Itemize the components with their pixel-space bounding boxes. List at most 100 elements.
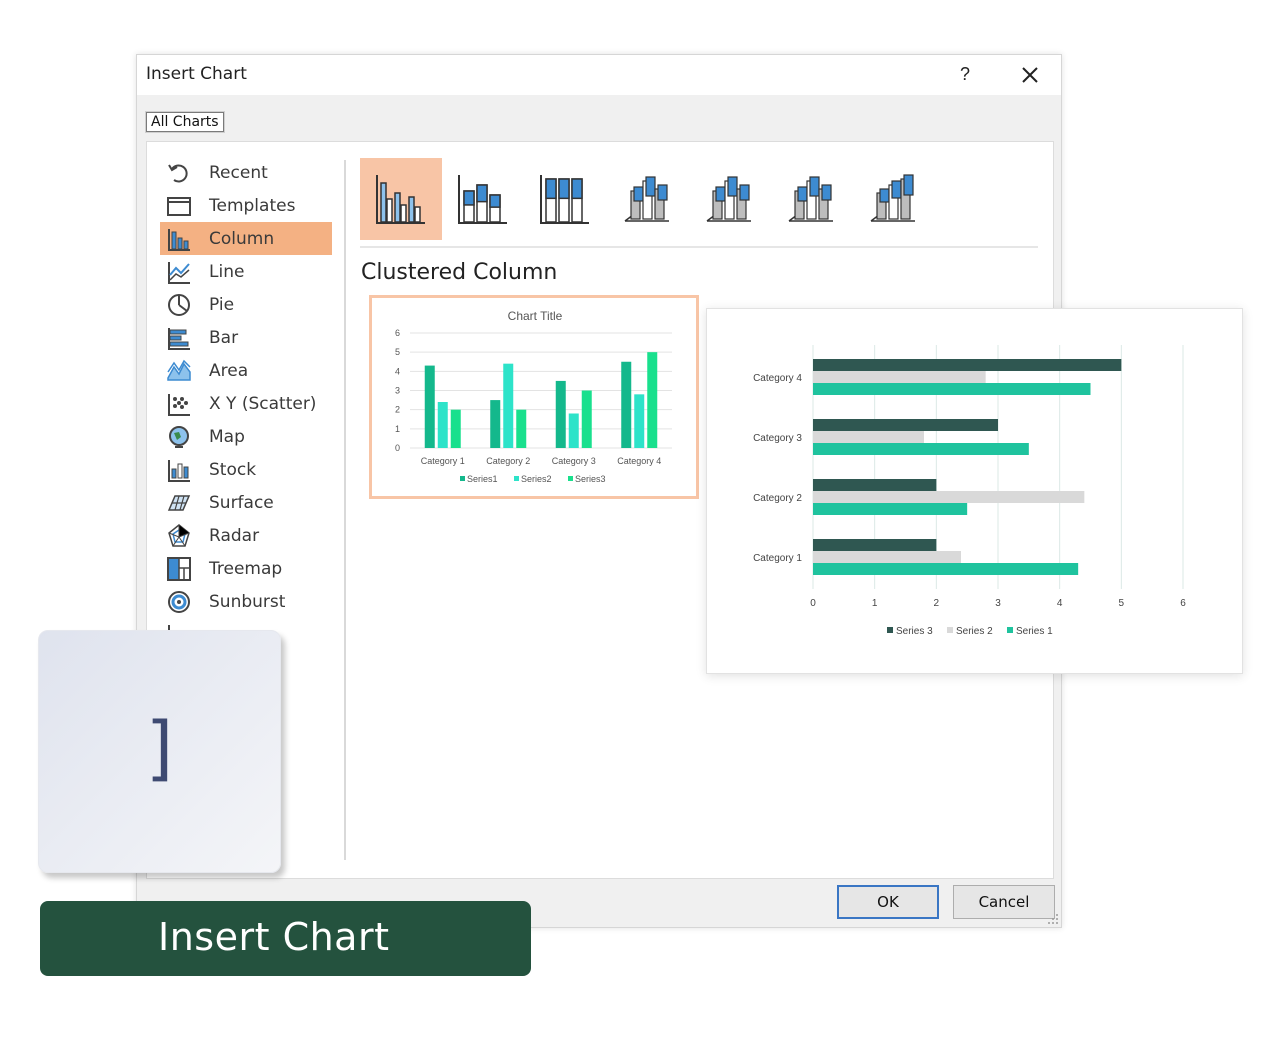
3d-column-icon	[870, 174, 915, 222]
treemap-chart-icon	[166, 556, 192, 582]
sidebar-item-area-chart[interactable]: Area	[160, 354, 332, 387]
preview-legend-label: Series3	[575, 474, 606, 484]
horizontal-divider	[360, 246, 1038, 248]
subtype-clustered-column[interactable]	[360, 158, 442, 240]
sunburst-chart-icon-graphic	[168, 590, 190, 613]
preview-chart-title: Chart Title	[508, 309, 563, 323]
column-chart-icon-graphic	[168, 228, 190, 251]
preview-legend-label: Series2	[521, 474, 552, 484]
horizontal-bar-chart: 0 1 2 3 4 5 6 Category 1 Category 2 Category 3 Cat…	[753, 345, 1186, 637]
bar-chart-icon	[166, 325, 192, 351]
preview-bar	[424, 365, 435, 448]
sidebar-item-label: Recent	[209, 162, 268, 183]
bar-chart-x-tick: 1	[872, 598, 878, 609]
bar-chart-bar	[813, 539, 937, 551]
bar-chart-legend-label: Series 3	[896, 626, 933, 637]
chart-type-list: Recent Templates Column Line Pie Bar Area X Y (…	[160, 156, 332, 684]
tab-strip: All Charts	[146, 112, 224, 132]
preview-category-label: Category 2	[486, 456, 530, 466]
bar-chart-x-tick: 0	[810, 598, 816, 609]
preview-category-label: Category 1	[421, 456, 465, 466]
map-chart-icon	[166, 424, 192, 450]
bar-chart-x-tick: 3	[995, 598, 1001, 609]
stock-chart-icon	[166, 457, 192, 483]
preview-bar	[437, 402, 448, 448]
bar-chart-x-tick: 2	[934, 598, 940, 609]
cancel-button[interactable]: Cancel	[953, 885, 1055, 919]
bar-chart-bar	[813, 563, 1079, 575]
line-chart-icon-graphic	[168, 261, 190, 284]
preview-y-tick: 3	[395, 386, 400, 396]
sidebar-item-label: Surface	[209, 492, 274, 513]
bar-chart-bar	[813, 551, 961, 563]
preview-legend-label: Series1	[467, 474, 498, 484]
sidebar-item-surface-chart[interactable]: Surface	[160, 486, 332, 519]
subtype-title: Clustered Column	[361, 260, 558, 285]
resize-grip-icon[interactable]	[1047, 913, 1059, 925]
preview-legend-swatch	[568, 476, 573, 481]
preview-bar	[450, 409, 461, 448]
dialog-title: Insert Chart	[146, 64, 247, 84]
line-chart-icon	[166, 259, 192, 285]
pie-chart-icon	[166, 292, 192, 318]
help-button[interactable]: ?	[955, 61, 975, 87]
sidebar-item-column-chart[interactable]: Column	[160, 222, 332, 255]
bar-chart-category-label: Category 4	[753, 373, 802, 384]
subtype-3d-100-stacked-column[interactable]	[770, 158, 852, 240]
preview-bar	[503, 363, 514, 448]
preview-y-tick: 6	[395, 328, 400, 338]
subtype-3d-column[interactable]	[852, 158, 934, 240]
sidebar-item-label: Treemap	[209, 558, 283, 579]
ok-button[interactable]: OK	[837, 885, 939, 919]
bar-chart-bar	[813, 479, 937, 491]
subtype-100-stacked-column[interactable]	[524, 158, 606, 240]
stacked-column-icon	[458, 175, 507, 224]
chart-preview[interactable]: Chart Title 0 1 2 3 4 5 6 Category 1 Category 2 Ca…	[369, 295, 699, 499]
close-icon	[1022, 67, 1038, 83]
sidebar-item-label: Templates	[209, 195, 296, 216]
bar-chart-category-label: Category 3	[753, 433, 802, 444]
sidebar-item-bar-chart[interactable]: Bar	[160, 321, 332, 354]
sunburst-chart-icon	[166, 589, 192, 615]
sidebar-item-stock-chart[interactable]: Stock	[160, 453, 332, 486]
recent-icon	[166, 160, 192, 186]
subtype-3d-clustered-column[interactable]	[606, 158, 688, 240]
close-button[interactable]	[1017, 59, 1043, 89]
preview-bar	[621, 361, 632, 448]
preview-y-tick: 2	[395, 405, 400, 415]
caption-bar: Insert Chart	[40, 901, 531, 976]
preview-bar	[634, 394, 645, 448]
subtype-3d-stacked-column[interactable]	[688, 158, 770, 240]
preview-legend-swatch	[514, 476, 519, 481]
column-chart-icon	[166, 226, 192, 252]
sidebar-item-sunburst-chart[interactable]: Sunburst	[160, 585, 332, 618]
100-stacked-column-icon	[540, 175, 589, 224]
tab-all-charts[interactable]: All Charts	[146, 112, 224, 132]
sidebar-item-label: Bar	[209, 327, 239, 348]
sidebar-item-pie-chart[interactable]: Pie	[160, 288, 332, 321]
preview-bar	[555, 380, 566, 448]
bar-chart-legend-swatch	[887, 627, 893, 633]
preview-y-tick: 5	[395, 347, 400, 357]
vertical-divider	[344, 160, 346, 860]
bar-chart-card: 0 1 2 3 4 5 6 Category 1 Category 2 Category 3 Cat…	[706, 308, 1243, 674]
sidebar-item-map-chart[interactable]: Map	[160, 420, 332, 453]
sidebar-item-label: Stock	[209, 459, 257, 480]
sidebar-item-templates[interactable]: Templates	[160, 189, 332, 222]
3d-clustered-column-icon	[624, 176, 669, 222]
sidebar-item-recent[interactable]: Recent	[160, 156, 332, 189]
sidebar-item-radar-chart[interactable]: Radar	[160, 519, 332, 552]
sidebar-item-treemap-chart[interactable]: Treemap	[160, 552, 332, 585]
subtype-stacked-column[interactable]	[442, 158, 524, 240]
preview-y-tick: 4	[395, 366, 400, 376]
area-chart-icon	[166, 358, 192, 384]
pie-chart-icon-graphic	[168, 293, 190, 316]
sidebar-item-scatter-chart[interactable]: X Y (Scatter)	[160, 387, 332, 420]
sidebar-item-label: Line	[209, 261, 245, 282]
preview-category-label: Category 4	[617, 456, 661, 466]
surface-chart-icon	[166, 490, 192, 516]
sidebar-item-label: Pie	[209, 294, 235, 315]
sidebar-item-label: Radar	[209, 525, 260, 546]
preview-legend-swatch	[460, 476, 465, 481]
sidebar-item-line-chart[interactable]: Line	[160, 255, 332, 288]
